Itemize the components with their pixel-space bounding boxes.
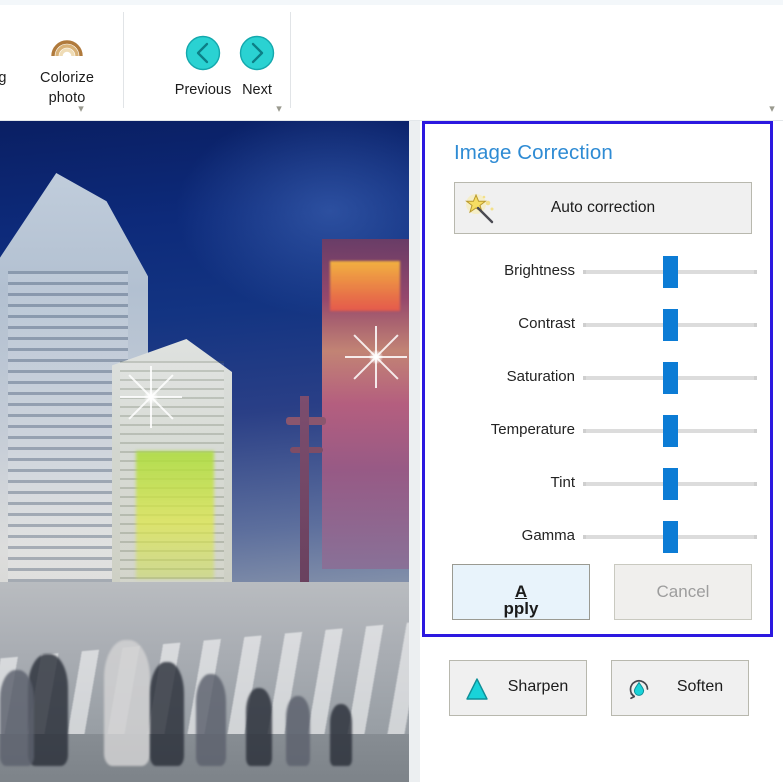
navigation-group-expander[interactable]: ▾ (272, 102, 286, 116)
ribbon-button-previous[interactable]: Previous (174, 6, 232, 100)
apply-button[interactable]: Apply (452, 564, 590, 620)
slider-thumb-brightness[interactable] (663, 256, 678, 288)
panel-title: Image Correction (454, 141, 613, 165)
image-editor-window: ching Colorize photo ▾ (0, 0, 783, 782)
ribbon-button-colorize-photo-label-1: Colorize (28, 68, 106, 88)
ribbon-group-navigation: Previous Next ▾ (124, 6, 290, 118)
image-correction-panel: Image Correction Auto correction Bri (422, 121, 773, 637)
apply-button-label: Apply (453, 582, 589, 602)
photo-green-signage (136, 451, 214, 579)
auto-correction-label: Auto correction (455, 199, 751, 217)
photo-right-signage (330, 261, 400, 311)
slider-thumb-saturation[interactable] (663, 362, 678, 394)
photo-pedestrian (104, 640, 150, 766)
cancel-button-label: Cancel (615, 582, 751, 602)
ribbon-separator-2 (290, 12, 291, 108)
slider-label-temperature: Temperature (445, 421, 575, 438)
slider-thumb-temperature[interactable] (663, 415, 678, 447)
photo-preview (0, 121, 409, 782)
slider-label-tint: Tint (445, 474, 575, 491)
ribbon-overflow-expander[interactable]: ▾ (765, 102, 779, 116)
ribbon-button-next[interactable]: Next (228, 6, 286, 100)
chevron-right-circle-icon (228, 34, 286, 74)
rainbow-icon (28, 22, 106, 68)
sharpen-button-label: Sharpen (496, 678, 580, 696)
slider-row-brightness: Brightness (425, 255, 776, 289)
sharpen-button[interactable]: Sharpen (449, 660, 587, 716)
droplet-refresh-icon (626, 676, 652, 702)
slider-label-saturation: Saturation (445, 368, 575, 385)
tools-side-panel: Image Correction Auto correction Bri (420, 121, 783, 782)
retouch-icon (0, 22, 28, 68)
slider-thumb-tint[interactable] (663, 468, 678, 500)
ribbon-button-previous-label: Previous (174, 80, 232, 100)
slider-label-contrast: Contrast (445, 315, 575, 332)
triangle-up-icon (464, 676, 490, 702)
slider-label-brightness: Brightness (445, 262, 575, 279)
slider-row-temperature: Temperature (425, 414, 776, 448)
ribbon-top-strip (0, 0, 783, 5)
photo-canvas-area[interactable] (0, 121, 420, 782)
soften-button-label: Soften (658, 678, 742, 696)
photo-pedestrian (246, 688, 272, 766)
slider-thumb-gamma[interactable] (663, 521, 678, 553)
ribbon-button-next-label: Next (228, 80, 286, 100)
ribbon-button-retouching-label: ching (0, 68, 28, 88)
ribbon-button-colorize-photo[interactable]: Colorize photo (28, 6, 106, 108)
enhance-group-expander[interactable]: ▾ (74, 102, 88, 116)
photo-pedestrian (286, 696, 310, 766)
photo-building-left-windows (8, 271, 128, 631)
photo-pedestrian (150, 662, 184, 766)
soften-button[interactable]: Soften (611, 660, 749, 716)
slider-row-tint: Tint (425, 467, 776, 501)
slider-thumb-contrast[interactable] (663, 309, 678, 341)
slider-label-gamma: Gamma (445, 527, 575, 544)
ribbon-group-enhance: ching Colorize photo ▾ (0, 6, 123, 118)
photo-pedestrian (28, 654, 68, 766)
photo-pedestrian (0, 670, 34, 766)
auto-correction-button[interactable]: Auto correction (454, 182, 752, 234)
slider-row-gamma: Gamma (425, 520, 776, 554)
chevron-left-circle-icon (174, 34, 232, 74)
photo-pedestrian (196, 674, 226, 766)
cancel-button[interactable]: Cancel (614, 564, 752, 620)
slider-row-saturation: Saturation (425, 361, 776, 395)
ribbon-toolbar: ching Colorize photo ▾ (0, 0, 783, 121)
slider-row-contrast: Contrast (425, 308, 776, 342)
photo-pedestrian (330, 704, 352, 766)
ribbon-button-retouching[interactable]: ching (0, 6, 28, 88)
ribbon-button-colorize-photo-label-2: photo (28, 88, 106, 108)
